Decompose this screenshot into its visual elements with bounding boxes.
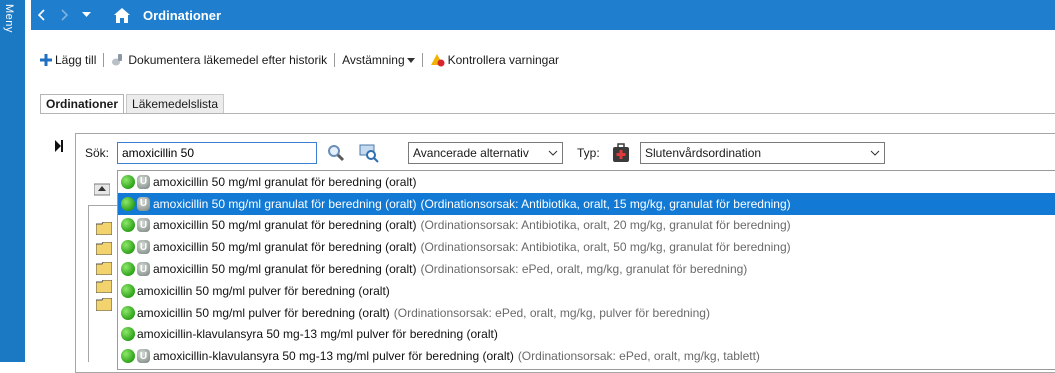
folder-icon[interactable] bbox=[96, 262, 112, 275]
back-button[interactable] bbox=[31, 0, 53, 30]
green-status-icon bbox=[121, 349, 135, 364]
u-badge-icon: U bbox=[137, 174, 150, 189]
folder-icon[interactable] bbox=[96, 222, 112, 235]
pill-bottle-icon bbox=[111, 53, 125, 67]
toolbar-divider bbox=[103, 53, 105, 67]
u-badge-icon: U bbox=[137, 218, 150, 233]
suggestion-reason: (Ordinationsorsak: ePed, oralt, mg/kg, t… bbox=[517, 349, 760, 364]
green-status-icon bbox=[121, 305, 135, 320]
suggestion-reason: (Ordinationsorsak: ePed, oralt, mg/kg, p… bbox=[393, 305, 710, 320]
tab-ordinationer[interactable]: Ordinationer bbox=[40, 94, 125, 114]
suggestion-item[interactable]: Uamoxicillin-klavulansyra 50 mg-13 mg/ml… bbox=[118, 345, 1055, 367]
toolbar: Lägg till Dokumentera läkemedel efter hi… bbox=[40, 50, 559, 70]
type-label: Typ: bbox=[577, 146, 600, 160]
folder-icon[interactable] bbox=[96, 298, 112, 311]
suggestion-name: amoxicillin-klavulansyra 50 mg-13 mg/ml … bbox=[153, 349, 514, 364]
suggestion-name: amoxicillin 50 mg/ml pulver för berednin… bbox=[137, 305, 390, 320]
folder-icon[interactable] bbox=[96, 242, 112, 255]
tab-divider bbox=[40, 113, 1055, 114]
u-badge-icon: U bbox=[137, 349, 150, 364]
suggestion-item[interactable]: amoxicillin 50 mg/ml pulver för berednin… bbox=[118, 302, 1055, 324]
page-title: Ordinationer bbox=[143, 7, 222, 23]
search-suggestions-list: Uamoxicillin 50 mg/ml granulat för bered… bbox=[117, 170, 1055, 370]
reconcile-label: Avstämning bbox=[342, 53, 405, 67]
suggestion-name: amoxicillin 50 mg/ml granulat för beredn… bbox=[153, 196, 417, 211]
suggestion-name: amoxicillin 50 mg/ml pulver för berednin… bbox=[137, 283, 390, 298]
search-filter-button[interactable] bbox=[359, 143, 379, 163]
forward-button[interactable] bbox=[53, 0, 75, 30]
suggestion-item[interactable]: Uamoxicillin 50 mg/ml granulat för bered… bbox=[118, 192, 1055, 215]
row-pointer-icon bbox=[55, 140, 63, 152]
suggestion-name: amoxicillin 50 mg/ml granulat för beredn… bbox=[153, 262, 417, 277]
green-status-icon bbox=[121, 283, 135, 298]
check-warnings-label: Kontrollera varningar bbox=[447, 53, 560, 67]
suggestion-item[interactable]: amoxicillin 50 mg/ml pulver för berednin… bbox=[118, 280, 1055, 302]
medical-kit-icon bbox=[612, 143, 630, 163]
title-bar: Ordinationer bbox=[31, 0, 1055, 30]
plus-icon bbox=[40, 54, 52, 66]
warning-pill-icon bbox=[430, 53, 445, 67]
side-menu-rail[interactable]: Meny bbox=[0, 0, 25, 362]
home-icon bbox=[114, 7, 130, 23]
chevron-down-icon bbox=[870, 150, 880, 156]
search-button[interactable] bbox=[327, 144, 345, 162]
toolbar-divider bbox=[334, 53, 336, 67]
search-label: Sök: bbox=[85, 146, 110, 160]
check-warnings-button[interactable]: Kontrollera varningar bbox=[430, 53, 559, 67]
chevron-right-icon bbox=[61, 9, 68, 21]
suggestion-name: amoxicillin 50 mg/ml granulat för beredn… bbox=[153, 240, 417, 255]
add-label: Lägg till bbox=[55, 53, 97, 67]
order-type-select[interactable]: Slutenvårdsordination bbox=[640, 142, 885, 164]
dropdown-triangle-icon bbox=[406, 57, 415, 63]
suggestion-reason: (Ordinationsorsak: ePed, oralt, mg/kg, g… bbox=[420, 262, 748, 277]
folder-icon[interactable] bbox=[96, 280, 112, 293]
suggestion-reason: (Ordinationsorsak: Antibiotika, oralt, 1… bbox=[420, 196, 791, 211]
home-button[interactable] bbox=[111, 0, 133, 30]
green-status-icon bbox=[121, 262, 135, 277]
chevron-down-icon bbox=[548, 150, 558, 156]
suggestion-item[interactable]: amoxicillin-klavulansyra 50 mg-13 mg/ml … bbox=[118, 324, 1055, 346]
add-button[interactable]: Lägg till bbox=[40, 53, 96, 67]
green-status-icon bbox=[121, 327, 135, 342]
suggestion-reason: (Ordinationsorsak: Antibiotika, oralt, 5… bbox=[420, 240, 791, 255]
green-status-icon bbox=[121, 174, 135, 189]
u-badge-icon: U bbox=[137, 262, 150, 277]
suggestion-name: amoxicillin-klavulansyra 50 mg-13 mg/ml … bbox=[137, 327, 498, 342]
suggestion-item[interactable]: Uamoxicillin 50 mg/ml granulat för bered… bbox=[118, 258, 1055, 280]
order-type-value: Slutenvårdsordination bbox=[645, 146, 762, 160]
suggestion-item[interactable]: Uamoxicillin 50 mg/ml granulat för bered… bbox=[118, 236, 1055, 258]
history-dropdown-button[interactable] bbox=[75, 0, 97, 30]
advanced-options-select[interactable]: Avancerade alternativ bbox=[408, 142, 563, 164]
tab-lakemedelslista[interactable]: Läkemedelslista bbox=[126, 94, 225, 114]
green-status-icon bbox=[121, 218, 135, 233]
green-status-icon bbox=[121, 240, 135, 255]
suggestion-name: amoxicillin 50 mg/ml granulat för beredn… bbox=[153, 174, 417, 189]
tab-bar: Ordinationer Läkemedelslista bbox=[40, 92, 225, 114]
document-medication-label: Dokumentera läkemedel efter historik bbox=[128, 53, 328, 67]
search-input[interactable] bbox=[117, 142, 317, 164]
menu-label[interactable]: Meny bbox=[3, 4, 15, 33]
u-badge-icon: U bbox=[137, 196, 150, 211]
dropdown-triangle-icon bbox=[81, 12, 91, 17]
advanced-options-value: Avancerade alternativ bbox=[413, 146, 529, 160]
folder-up-icon bbox=[93, 183, 111, 196]
tree-up-button[interactable] bbox=[93, 182, 111, 196]
filter-search-icon bbox=[359, 144, 379, 163]
suggestion-item[interactable]: Uamoxicillin 50 mg/ml granulat för bered… bbox=[118, 215, 1055, 237]
chevron-left-icon bbox=[38, 9, 45, 21]
green-status-icon bbox=[121, 196, 135, 211]
reconcile-dropdown-button[interactable]: Avstämning bbox=[342, 53, 415, 67]
u-badge-icon: U bbox=[137, 240, 150, 255]
suggestion-item[interactable]: Uamoxicillin 50 mg/ml granulat för bered… bbox=[118, 171, 1055, 193]
suggestion-reason: (Ordinationsorsak: Antibiotika, oralt, 2… bbox=[420, 218, 791, 233]
toolbar-divider bbox=[421, 53, 423, 67]
document-medication-button[interactable]: Dokumentera läkemedel efter historik bbox=[111, 53, 327, 67]
magnifier-icon bbox=[328, 145, 345, 162]
suggestion-name: amoxicillin 50 mg/ml granulat för beredn… bbox=[153, 218, 417, 233]
